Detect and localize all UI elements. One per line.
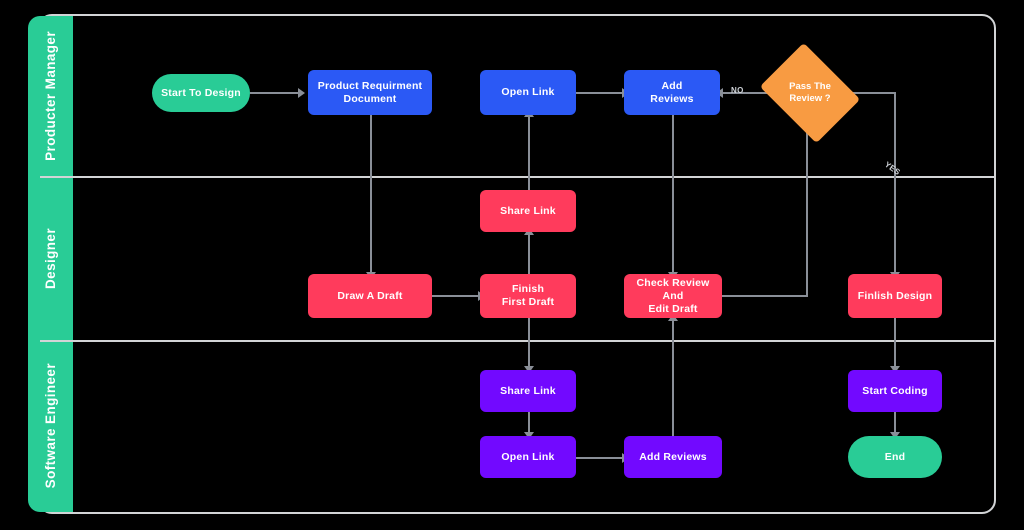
- connector-first-draft-to-share-link-engineer: [528, 318, 530, 370]
- connector-share-link-to-open-link-pm: [528, 114, 530, 190]
- node-label-check-review-and-edit-draft: Check Review And Edit Draft: [636, 276, 710, 315]
- edge-label-no: NO: [731, 86, 744, 95]
- node-product-requirement-document[interactable]: Product Requirment Document: [308, 70, 432, 115]
- node-label-open-link-engineer: Open Link: [501, 450, 555, 463]
- node-label-pass-the-review: Pass The Review ?: [789, 81, 831, 104]
- node-label-open-link-pm: Open Link: [501, 86, 555, 98]
- lane-label-designer: Designer: [43, 227, 58, 289]
- connector-add-reviews-to-check-review: [672, 114, 674, 274]
- node-label-finish-design: Finlish Design: [857, 289, 933, 302]
- connector-first-draft-to-share-link: [528, 232, 530, 276]
- node-open-link-pm[interactable]: Open Link: [480, 70, 576, 115]
- connector-finish-design-to-start-coding: [894, 318, 896, 370]
- node-end[interactable]: End: [848, 436, 942, 478]
- connector-draw-draft-to-first-draft: [432, 295, 480, 297]
- connector-check-review-to-decision-v: [806, 120, 808, 297]
- arrowhead-start-to-prd: [298, 88, 305, 98]
- node-share-link-designer[interactable]: Share Link: [480, 190, 576, 232]
- node-label-finish-first-draft: Finish First Draft: [501, 283, 555, 308]
- node-check-review-and-edit-draft[interactable]: Check Review And Edit Draft: [624, 274, 722, 318]
- connector-prd-to-draw-draft: [370, 114, 372, 274]
- node-label-start-coding: Start Coding: [862, 384, 928, 397]
- node-add-reviews-engineer[interactable]: Add Reviews: [624, 436, 722, 478]
- connector-decision-no-to-add-reviews: [722, 92, 770, 94]
- node-label-share-link-engineer: Share Link: [500, 384, 556, 397]
- lane-header-producter-manager[interactable]: Producter Manager: [28, 16, 73, 176]
- node-label-start-to-design: Start To Design: [161, 86, 241, 99]
- node-start-to-design[interactable]: Start To Design: [152, 74, 250, 112]
- node-label-share-link-designer: Share Link: [500, 204, 556, 217]
- node-label-add-reviews-pm: Add Reviews: [650, 79, 694, 105]
- lane-header-designer[interactable]: Designer: [28, 176, 73, 340]
- node-add-reviews-pm[interactable]: Add Reviews: [624, 70, 720, 115]
- lane-divider-1: [40, 176, 994, 178]
- node-pass-the-review-decision[interactable]: Pass The Review ?: [759, 42, 861, 144]
- flowchart-canvas: Producter Manager Designer Software Engi…: [0, 0, 1024, 530]
- node-label-add-reviews-engineer: Add Reviews: [639, 450, 707, 463]
- node-label-product-requirement-document: Product Requirment Document: [317, 79, 423, 105]
- edge-label-yes: YES: [882, 159, 903, 178]
- node-start-coding[interactable]: Start Coding: [848, 370, 942, 412]
- connector-start-to-prd: [250, 92, 300, 94]
- lane-header-software-engineer[interactable]: Software Engineer: [28, 340, 73, 512]
- connector-open-link-to-add-reviews-pm: [576, 92, 624, 94]
- node-finish-first-draft[interactable]: Finish First Draft: [480, 274, 576, 318]
- node-draw-a-draft[interactable]: Draw A Draft: [308, 274, 432, 318]
- lane-label-software-engineer: Software Engineer: [43, 363, 58, 489]
- node-finish-design[interactable]: Finlish Design: [848, 274, 942, 318]
- lane-divider-2: [40, 340, 994, 342]
- node-label-draw-a-draft: Draw A Draft: [337, 289, 403, 302]
- connector-add-reviews-engineer-to-check-review: [672, 318, 674, 438]
- lane-label-producter-manager: Producter Manager: [43, 31, 58, 161]
- connector-open-link-to-add-reviews-engineer: [576, 457, 624, 459]
- node-open-link-engineer[interactable]: Open Link: [480, 436, 576, 478]
- node-share-link-engineer[interactable]: Share Link: [480, 370, 576, 412]
- connector-check-review-to-decision-h: [722, 295, 808, 297]
- connector-decision-yes-v: [894, 92, 896, 274]
- node-label-end: End: [884, 450, 906, 463]
